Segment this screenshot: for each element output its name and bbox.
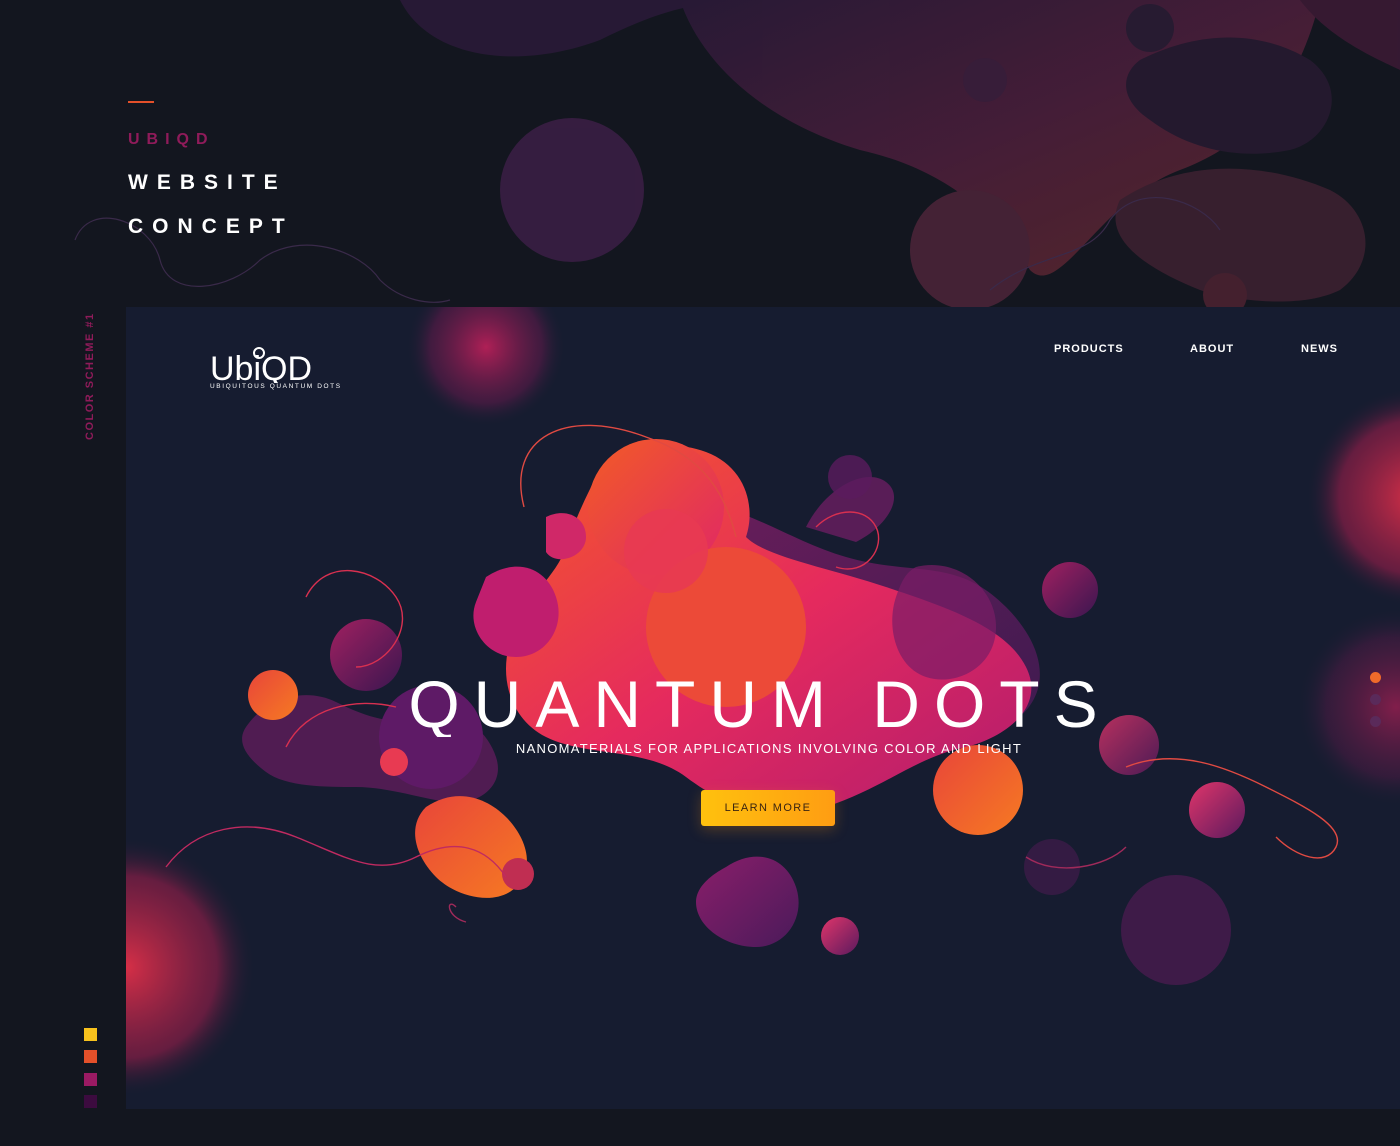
- poster-headline-line1: WEBSITE: [128, 171, 287, 194]
- logo-tagline: UBIQUITOUS QUANTUM DOTS: [210, 383, 342, 390]
- slider-dot-1[interactable]: [1370, 672, 1381, 683]
- svg-text:QUANTUM DOTS: QUANTUM DOTS: [408, 667, 1111, 737]
- poster-headline-line2: CONCEPT: [128, 215, 294, 238]
- nav-news[interactable]: NEWS: [1301, 343, 1338, 355]
- palette-swatch-purple: [84, 1095, 97, 1108]
- learn-more-button[interactable]: LEARN MORE: [701, 790, 835, 826]
- slider-dot-2[interactable]: [1370, 694, 1381, 705]
- nav-about[interactable]: ABOUT: [1190, 343, 1234, 355]
- svg-text:UbiQD: UbiQD: [210, 350, 312, 383]
- hero-subtitle: NANOMATERIALS FOR APPLICATIONS INVOLVING…: [515, 741, 1023, 756]
- ubiqd-logo[interactable]: UbiQD UBIQUITOUS QUANTUM DOTS: [210, 347, 340, 390]
- color-scheme-label: COLOR SCHEME #1: [84, 312, 96, 440]
- palette-swatch-magenta: [84, 1073, 97, 1086]
- accent-line: [128, 101, 154, 103]
- palette-swatch-orange: [84, 1050, 97, 1063]
- hero-title: QUANTUM DOTS: [408, 667, 1111, 737]
- slider-dot-3[interactable]: [1370, 716, 1381, 727]
- poster-brand: UBIQD: [128, 131, 215, 148]
- logo-wordmark-icon: UbiQD: [210, 347, 312, 383]
- nav-products[interactable]: PRODUCTS: [1054, 343, 1124, 355]
- website-mockup: UbiQD UBIQUITOUS QUANTUM DOTS PRODUCTS A…: [126, 307, 1400, 1109]
- palette-swatch-yellow: [84, 1028, 97, 1041]
